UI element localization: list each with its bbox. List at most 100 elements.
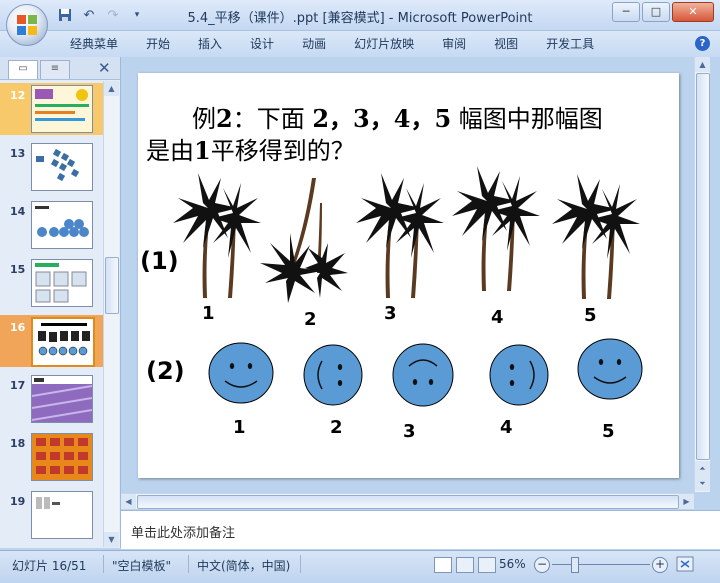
palm-tree-picture-5 — [552, 174, 640, 299]
office-button[interactable] — [6, 4, 48, 46]
panel-scrollbar[interactable]: ▲ ▼ — [103, 81, 119, 547]
ribbon-tab-bar: 经典菜单 开始 插入 设计 动画 幻灯片放映 审阅 视图 开发工具 ? — [0, 31, 720, 58]
tab-view[interactable]: 视图 — [480, 31, 532, 57]
window-controls: ─ □ ✕ — [612, 2, 714, 22]
help-icon[interactable]: ? — [695, 36, 710, 51]
question-line2-post: 平移得到的？ — [210, 137, 355, 165]
tab-classic-menu[interactable]: 经典菜单 — [56, 31, 132, 57]
thumbnail-slide-19[interactable]: 19 — [0, 489, 104, 541]
slideshow-icon[interactable] — [478, 557, 496, 573]
slides-tab[interactable]: ▭ — [8, 60, 38, 79]
zoom-slider-track[interactable] — [552, 564, 650, 565]
tree-number-1: 1 — [202, 303, 215, 324]
thumbnail-slide-12[interactable]: 12 — [0, 83, 104, 135]
thumbnail-number: 13 — [10, 147, 26, 160]
palm-tree-picture-4 — [452, 166, 540, 291]
tab-design[interactable]: 设计 — [236, 31, 288, 57]
slide-thumbnail-panel: ▭ ≡ ✕ 12 13 14 15 16 17 18 19 ▲ ▼ — [0, 57, 121, 548]
office-logo-icon — [17, 15, 37, 35]
tab-slideshow[interactable]: 幻灯片放映 — [340, 31, 428, 57]
tree-number-2: 2 — [304, 309, 317, 330]
palm-tree-picture-1 — [173, 173, 261, 298]
thumbnail-slide-16[interactable]: 16 — [0, 315, 104, 367]
question-prefix: 例 — [192, 105, 216, 133]
zoom-slider-thumb[interactable] — [571, 557, 579, 573]
question-example-num: 2 — [216, 104, 233, 133]
smiley-face-5 — [577, 338, 643, 400]
title-bar: ↶ ↷ ▾ 5.4_平移（课件）.ppt [兼容模式] - Microsoft … — [0, 0, 720, 31]
thumbnail-number: 18 — [10, 437, 26, 450]
thumbnail-image — [31, 201, 93, 249]
horizontal-scroll-thumb[interactable] — [137, 495, 679, 509]
smiley-face-2 — [303, 344, 363, 406]
status-separator — [103, 555, 104, 573]
tab-review[interactable]: 审阅 — [428, 31, 480, 57]
scroll-up-arrow-icon[interactable]: ▲ — [695, 57, 710, 72]
question-text: 例2：下面 2，3，4，5 幅图中那幅图 是由1平移得到的？ — [146, 103, 676, 167]
zoom-out-icon[interactable]: − — [534, 557, 550, 573]
scroll-thumb[interactable] — [105, 257, 119, 314]
notes-placeholder: 单击此处添加备注 — [131, 526, 236, 541]
palm-tree-picture-2 — [260, 178, 348, 303]
question-numbers: 2，3，4，5 — [312, 104, 452, 133]
fit-to-window-icon[interactable] — [676, 556, 694, 572]
thumbnail-image — [31, 259, 93, 307]
restore-button[interactable]: □ — [642, 2, 670, 22]
thumbnail-slide-18[interactable]: 18 — [0, 431, 104, 483]
vertical-scroll-thumb[interactable] — [696, 73, 710, 460]
previous-slide-icon[interactable]: ⏶ — [695, 461, 710, 476]
face-number-3: 3 — [403, 421, 416, 442]
thumbnail-slide-17[interactable]: 17 — [0, 373, 104, 425]
status-separator — [188, 555, 189, 573]
smiley-face-4 — [489, 344, 549, 406]
thumbnail-number: 15 — [10, 263, 26, 276]
thumbnail-image — [31, 375, 93, 423]
thumbnail-number: 17 — [10, 379, 26, 392]
panel-close-icon[interactable]: ✕ — [98, 59, 111, 77]
normal-view-icon[interactable] — [434, 557, 452, 573]
tab-home[interactable]: 开始 — [132, 31, 184, 57]
tree-number-5: 5 — [584, 305, 597, 326]
row-2-label: (2) — [146, 357, 185, 385]
tree-number-4: 4 — [491, 307, 504, 328]
tab-developer[interactable]: 开发工具 — [532, 31, 608, 57]
tab-insert[interactable]: 插入 — [184, 31, 236, 57]
language-indicator[interactable]: 中文(简体，中国) — [197, 557, 290, 574]
thumbnail-slide-14[interactable]: 14 — [0, 199, 104, 251]
thumbnail-slide-15[interactable]: 15 — [0, 257, 104, 309]
face-number-4: 4 — [500, 417, 513, 438]
slide-sorter-icon[interactable] — [456, 557, 474, 573]
thumbnail-image — [31, 143, 93, 191]
close-button[interactable]: ✕ — [672, 2, 714, 22]
smiley-face-1 — [208, 342, 274, 404]
question-tail: 幅图中那幅图 — [458, 105, 603, 133]
face-number-2: 2 — [330, 417, 343, 438]
ribbon-tabs: 经典菜单 开始 插入 设计 动画 幻灯片放映 审阅 视图 开发工具 — [56, 31, 608, 57]
tree-number-3: 3 — [384, 303, 397, 324]
status-separator — [300, 555, 301, 573]
thumbnail-image — [31, 491, 93, 539]
zoom-level[interactable]: 56% — [499, 557, 526, 571]
thumbnail-number: 12 — [10, 89, 26, 102]
thumbnail-image — [31, 317, 95, 367]
tab-animation[interactable]: 动画 — [288, 31, 340, 57]
scroll-right-arrow-icon[interactable]: ▶ — [679, 494, 694, 509]
outline-tab[interactable]: ≡ — [40, 60, 70, 79]
minimize-button[interactable]: ─ — [612, 2, 640, 22]
face-number-1: 1 — [233, 417, 246, 438]
thumbnail-slide-13[interactable]: 13 — [0, 141, 104, 193]
next-slide-icon[interactable]: ⏷ — [695, 476, 710, 491]
template-name: "空白模板" — [112, 559, 172, 573]
thumbnail-image — [31, 433, 93, 481]
question-line2-pre: 是由 — [146, 137, 194, 165]
scroll-up-arrow-icon[interactable]: ▲ — [104, 81, 119, 96]
slide-vertical-scrollbar[interactable]: ▲ ⏶ ⏷ — [694, 57, 710, 492]
scroll-down-arrow-icon[interactable]: ▼ — [104, 532, 119, 547]
status-bar: 幻灯片 16/51 "空白模板" 中文(简体，中国) 56% − + — [0, 550, 720, 583]
slide-horizontal-scrollbar[interactable]: ◀ ▶ — [121, 493, 694, 509]
scroll-left-arrow-icon[interactable]: ◀ — [121, 494, 136, 509]
question-mid: ：下面 — [232, 105, 305, 133]
zoom-in-icon[interactable]: + — [652, 557, 668, 573]
notes-pane[interactable]: 单击此处添加备注 — [121, 510, 720, 549]
slide-canvas[interactable]: 例2：下面 2，3，4，5 幅图中那幅图 是由1平移得到的？ (1) (2) 1… — [138, 73, 679, 478]
